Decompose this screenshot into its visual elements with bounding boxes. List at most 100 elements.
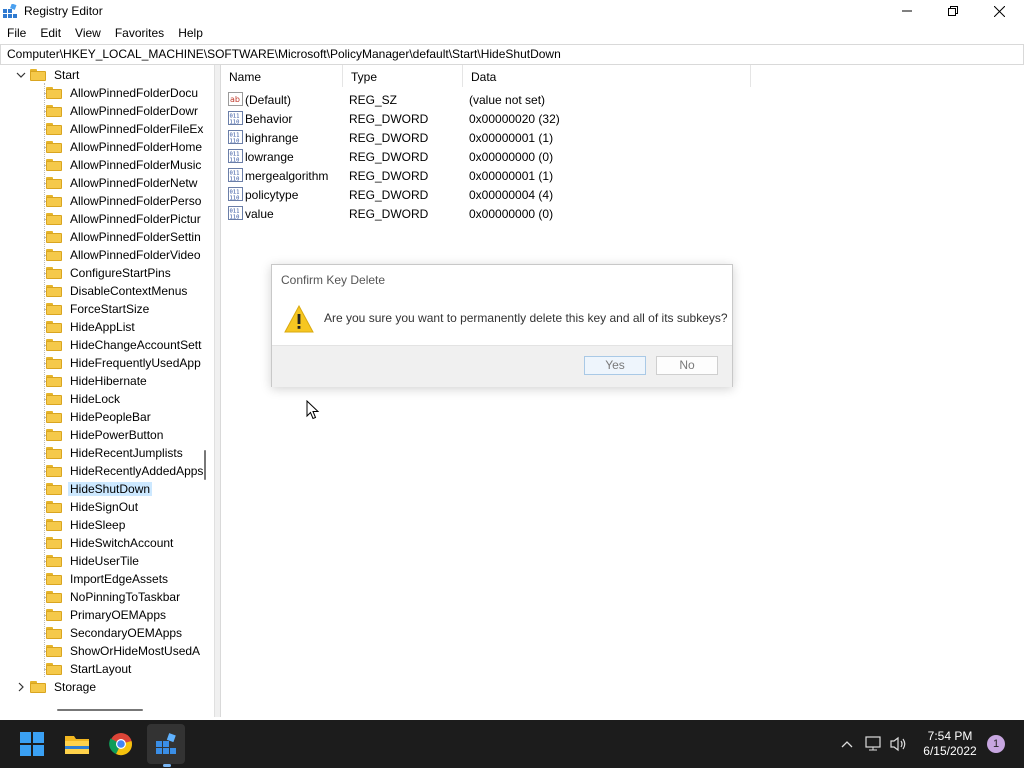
start-button[interactable] xyxy=(16,728,48,760)
folder-icon xyxy=(46,285,62,297)
tree-node[interactable]: DisableContextMenus xyxy=(44,282,189,300)
tree-node[interactable]: AllowPinnedFolderDowr xyxy=(44,102,200,120)
tree-node-selected[interactable]: HideShutDown xyxy=(44,480,153,498)
value-data: 0x00000020 (32) xyxy=(469,112,560,126)
restore-icon xyxy=(948,6,958,16)
column-header-name[interactable]: Name xyxy=(221,65,343,87)
tree-node[interactable]: AllowPinnedFolderNetw xyxy=(44,174,199,192)
folder-icon xyxy=(46,375,62,387)
tree-node[interactable]: HideRecentlyAddedApps xyxy=(44,462,205,480)
volume-button[interactable] xyxy=(889,734,909,754)
show-hidden-icons-button[interactable] xyxy=(837,734,857,754)
tree-node[interactable]: HideSleep xyxy=(44,516,127,534)
folder-icon xyxy=(46,483,62,495)
warning-icon xyxy=(284,305,314,333)
tree-node-label: StartLayout xyxy=(70,662,132,676)
svg-text:110: 110 xyxy=(230,120,240,126)
tree-node-storage[interactable]: Storage xyxy=(16,678,98,696)
tree-node[interactable]: HideLock xyxy=(44,390,122,408)
tree-node[interactable]: AllowPinnedFolderMusic xyxy=(44,156,203,174)
tree-node[interactable]: ConfigureStartPins xyxy=(44,264,173,282)
tree-horizontal-scroll-thumb[interactable] xyxy=(57,709,143,711)
tree-node[interactable]: SecondaryOEMApps xyxy=(44,624,184,642)
tree-node[interactable]: ForceStartSize xyxy=(44,300,151,318)
close-button[interactable] xyxy=(976,0,1022,22)
no-button[interactable]: No xyxy=(656,356,718,375)
menu-help[interactable]: Help xyxy=(171,23,210,43)
tree-node[interactable]: AllowPinnedFolderVideo xyxy=(44,246,203,264)
chevron-right-icon[interactable] xyxy=(16,682,26,692)
tree-node[interactable]: AllowPinnedFolderDocu xyxy=(44,84,200,102)
tree-node[interactable]: HideHibernate xyxy=(44,372,149,390)
file-explorer-button[interactable] xyxy=(61,728,93,760)
value-name: value xyxy=(245,207,274,221)
tree-node-label: ShowOrHideMostUsedA xyxy=(70,644,201,658)
tree-node[interactable]: HideChangeAccountSett xyxy=(44,336,203,354)
tree-node[interactable]: HideSignOut xyxy=(44,498,140,516)
menu-favorites[interactable]: Favorites xyxy=(108,23,171,43)
folder-icon xyxy=(30,681,46,693)
tree-node[interactable]: ShowOrHideMostUsedA xyxy=(44,642,202,660)
menu-edit[interactable]: Edit xyxy=(33,23,68,43)
tree-node-label: AllowPinnedFolderDocu xyxy=(70,86,199,100)
menu-view[interactable]: View xyxy=(68,23,108,43)
tree-node[interactable]: StartLayout xyxy=(44,660,133,678)
maximize-button[interactable] xyxy=(930,0,976,22)
clock[interactable]: 7:54 PM 6/15/2022 xyxy=(915,729,985,759)
tree-node[interactable]: HideSwitchAccount xyxy=(44,534,175,552)
tree-node[interactable]: AllowPinnedFolderHomе xyxy=(44,138,204,156)
tree-node[interactable]: HideUserTile xyxy=(44,552,141,570)
column-header-type[interactable]: Type xyxy=(343,65,463,87)
key-tree[interactable]: Start AllowPinnedFolderDocu AllowPinnedFo… xyxy=(0,65,215,717)
taskbar: 7:54 PM 6/15/2022 1 xyxy=(0,720,1024,768)
confirm-key-delete-dialog: Confirm Key Delete Are you sure you want… xyxy=(271,264,733,387)
value-row[interactable]: 011 110 policytype REG_DWORD 0x00000004 (4) xyxy=(221,185,781,204)
chevron-down-icon[interactable] xyxy=(16,70,26,80)
value-type: REG_SZ xyxy=(349,93,398,107)
tree-node-label: HideSignOut xyxy=(70,500,139,514)
tree-node[interactable]: PrimaryOEMApps xyxy=(44,606,168,624)
tree-node[interactable]: NoPinningToTaskbar xyxy=(44,588,182,606)
value-row[interactable]: 011 110 value REG_DWORD 0x00000000 (0) xyxy=(221,204,781,223)
yes-button[interactable]: Yes xyxy=(584,356,646,375)
tree-node[interactable]: HidePeopleBar xyxy=(44,408,153,426)
folder-icon xyxy=(46,231,62,243)
registry-editor-taskbar-button[interactable] xyxy=(150,728,182,760)
value-row[interactable]: 011 110 highrange REG_DWORD 0x00000001 (1) xyxy=(221,128,781,147)
notification-badge[interactable]: 1 xyxy=(987,735,1005,753)
menu-file[interactable]: File xyxy=(0,23,33,43)
tree-node[interactable]: AllowPinnedFolderSettin xyxy=(44,228,203,246)
folder-icon xyxy=(46,645,62,657)
tree-node[interactable]: HidePowerButton xyxy=(44,426,165,444)
tree-node-label: DisableContextMenus xyxy=(70,284,188,298)
folder-icon xyxy=(46,573,62,585)
value-row[interactable]: 011 110 lowrange REG_DWORD 0x00000000 (0) xyxy=(221,147,781,166)
value-list[interactable]: Name Type Data ab (Default) REG_SZ (value n… xyxy=(220,65,1023,717)
tree-node-label: SecondaryOEMApps xyxy=(70,626,183,640)
tree-node-label: AllowPinnedFolderMusic xyxy=(70,158,202,172)
minimize-button[interactable] xyxy=(884,0,930,22)
tree-node[interactable]: AllowPinnedFolderPictur xyxy=(44,210,203,228)
tree-node[interactable]: AllowPinnedFolderFileEx xyxy=(44,120,205,138)
value-row[interactable]: ab (Default) REG_SZ (value not set) xyxy=(221,90,781,109)
tree-node[interactable]: HideAppList xyxy=(44,318,137,336)
tree-node-label: AllowPinnedFolderNetw xyxy=(70,176,198,190)
folder-icon xyxy=(46,555,62,567)
tree-node[interactable]: AllowPinnedFolderPerso xyxy=(44,192,203,210)
tree-node[interactable]: HideFrequentlyUsedApp xyxy=(44,354,203,372)
svg-text:110: 110 xyxy=(230,215,240,221)
network-button[interactable] xyxy=(864,734,884,754)
value-row[interactable]: 011 110 mergealgorithm REG_DWORD 0x00000001 … xyxy=(221,166,781,185)
value-data: 0x00000004 (4) xyxy=(469,188,554,202)
chrome-button[interactable] xyxy=(105,728,137,760)
address-bar[interactable]: Computer\HKEY_LOCAL_MACHINE\SOFTWARE\Mic… xyxy=(0,44,1024,65)
tree-node[interactable]: HideRecentJumplists xyxy=(44,444,185,462)
folder-icon xyxy=(46,195,62,207)
tree-node-start[interactable]: Start xyxy=(16,66,81,84)
column-header-data[interactable]: Data xyxy=(463,65,751,87)
folder-icon xyxy=(46,627,62,639)
chrome-icon xyxy=(109,733,132,756)
value-row[interactable]: 011 110 Behavior REG_DWORD 0x00000020 (32) xyxy=(221,109,781,128)
tree-node[interactable]: ImportEdgeAssets xyxy=(44,570,170,588)
tree-vertical-scroll-thumb[interactable] xyxy=(204,450,206,480)
